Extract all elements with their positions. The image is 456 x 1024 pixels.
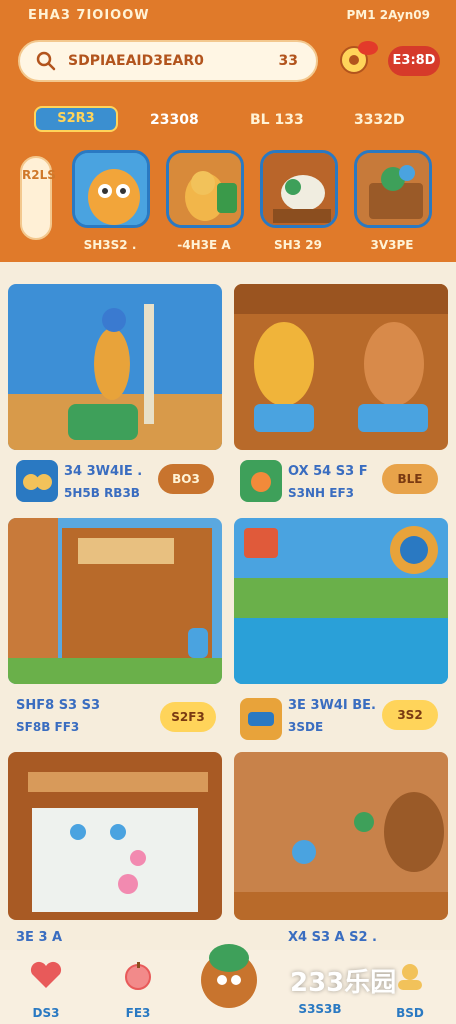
tab-category-2[interactable]: BL 133 (250, 112, 304, 128)
mascot-play-icon (201, 944, 257, 1008)
nav-item-games[interactable]: FE3 (108, 960, 168, 1020)
creature-icon (169, 153, 241, 225)
card-1-action-button[interactable]: BO3 (158, 464, 214, 494)
card-3-title: SHF8 S3 S3 (16, 698, 101, 713)
scene-image-shop (8, 518, 222, 684)
card-4-subtitle: 3SDE (288, 720, 324, 734)
game-icon-3[interactable] (260, 150, 338, 228)
tab-category-1[interactable]: 23308 (150, 112, 199, 128)
card-5-title: 3E 3 A (16, 930, 63, 945)
mascot-icon (75, 153, 147, 225)
search-placeholder: SDPIAEAID3EAR0 (68, 53, 204, 69)
card-4-avatar[interactable] (240, 698, 282, 740)
card-6-title: X4 S3 A S2 . (288, 930, 377, 945)
search-bar[interactable]: SDPIAEAID3EAR0 33 (18, 40, 318, 82)
top-header: EHA3 7IOIOOW PM1 2Ayn09 SDPIAEAID3EAR0 3… (0, 0, 456, 262)
feed-card-3[interactable] (8, 518, 222, 684)
nav-label-games: FE3 (125, 1006, 151, 1020)
card-4-action-button[interactable]: 3S2 (382, 700, 438, 730)
scene-image-cave (234, 752, 448, 920)
status-left-text: EHA3 7IOIOOW (28, 8, 150, 23)
status-right-text: PM1 2Ayn09 (346, 8, 430, 22)
message-badge[interactable]: E3:8D (388, 46, 440, 76)
scene-image-workshop (234, 284, 448, 450)
card-2-action-button[interactable]: BLE (382, 464, 438, 494)
card-4-title: 3E 3W4I BE. (288, 698, 376, 713)
heart-icon (30, 961, 62, 988)
card-3-action-button[interactable]: S2F3 (160, 702, 216, 732)
profile-icon (398, 964, 422, 990)
nav-label-community: S3S3B (298, 1002, 342, 1016)
nav-label-profile: BSD (396, 1006, 424, 1020)
card-2-avatar[interactable] (240, 460, 282, 502)
game-icon-2[interactable] (166, 150, 244, 228)
scene-image-board (8, 752, 222, 920)
apple-icon (125, 962, 151, 990)
card-2-title: OX 54 S3 F (288, 464, 368, 479)
nav-item-home[interactable]: DS3 (16, 960, 76, 1020)
tab-category-3[interactable]: 3332D (354, 112, 405, 128)
card-2-subtitle: S3NH EF3 (288, 486, 354, 500)
search-count: 33 (278, 53, 298, 69)
feed-card-6[interactable] (234, 752, 448, 920)
feed-card-4[interactable] (234, 518, 448, 684)
feed-card-5[interactable] (8, 752, 222, 920)
game-label-2: -4H3E A (177, 238, 231, 252)
chest-icon (357, 153, 429, 225)
card-1-subtitle: 5H5B RB3B (64, 486, 140, 500)
game-icon-1[interactable] (72, 150, 150, 228)
avatar-icon (16, 460, 58, 502)
nav-label-home: DS3 (32, 1006, 60, 1020)
card-1-avatar[interactable] (16, 460, 58, 502)
watermark-logo: 233乐园 (290, 968, 397, 998)
side-pill-button[interactable]: R2LS (20, 156, 56, 240)
avatar-icon (240, 698, 282, 740)
game-icon-4[interactable] (354, 150, 432, 228)
gift-icon[interactable] (338, 38, 382, 78)
feed-card-2[interactable] (234, 284, 448, 450)
category-logo[interactable]: S2R3 (34, 106, 118, 132)
avatar-icon (240, 460, 282, 502)
scene-image-lake (234, 518, 448, 684)
scene-image-desert-tower (8, 284, 222, 450)
game-label-4: 3V3PE (370, 238, 414, 252)
bird-icon (263, 153, 335, 225)
feed-card-1[interactable] (8, 284, 222, 450)
card-1-title: 34 3W4IE . (64, 464, 143, 479)
search-icon (36, 51, 56, 71)
game-label-1: SH3S2 . (83, 238, 137, 252)
center-play-button[interactable] (196, 936, 262, 1010)
card-3-subtitle: SF8B FF3 (16, 720, 80, 734)
game-label-3: SH3 29 (274, 238, 322, 252)
